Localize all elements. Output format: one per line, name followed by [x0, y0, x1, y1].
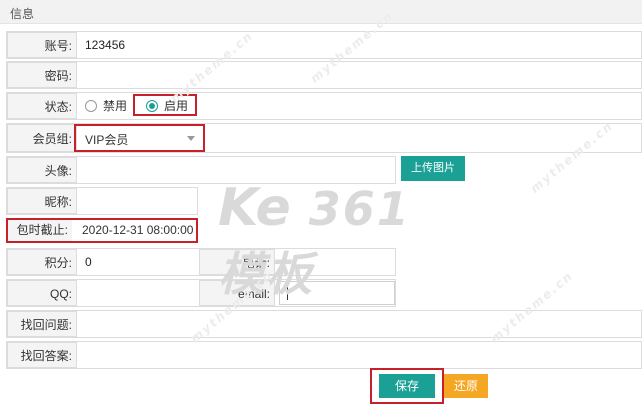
- qq-email-row: QQ: email:: [6, 279, 396, 307]
- qq-label: QQ:: [7, 280, 77, 306]
- status-label: 状态:: [7, 93, 77, 119]
- status-option-disabled[interactable]: 禁用: [85, 100, 140, 114]
- avatar-label: 头像:: [7, 157, 77, 183]
- answer-label: 找回答案:: [7, 342, 77, 368]
- watermark-logo: Ke 361模板: [218, 178, 438, 301]
- points-label: 积分:: [7, 249, 77, 275]
- watermark-logo-mark: Ke: [218, 178, 291, 238]
- question-label: 找回问题:: [7, 311, 77, 337]
- status-option-disabled-label: 禁用: [103, 99, 128, 113]
- password-label: 密码:: [7, 62, 77, 88]
- group-label: 会员组:: [7, 124, 77, 152]
- account-row: 账号: 123456: [6, 31, 642, 59]
- nickname-label: 昵称:: [7, 188, 77, 214]
- group-select[interactable]: VIP会员: [79, 126, 201, 150]
- panel-header: 信息: [0, 0, 642, 24]
- account-label: 账号:: [7, 32, 77, 58]
- reset-button[interactable]: 还原: [444, 374, 488, 398]
- question-input[interactable]: [79, 311, 641, 337]
- nickname-input[interactable]: [79, 188, 197, 214]
- group-row: 会员组: VIP会员: [6, 123, 642, 153]
- expiry-label: 包时截止:: [8, 220, 72, 241]
- answer-row: 找回答案:: [6, 341, 642, 369]
- answer-input[interactable]: [79, 342, 641, 368]
- status-row: 状态: 禁用 启用: [6, 92, 642, 120]
- radio-unchecked-icon[interactable]: [85, 100, 97, 112]
- panel-title: 信息: [10, 7, 35, 21]
- question-row: 找回问题:: [6, 310, 642, 338]
- status-option-enabled[interactable]: 启用: [146, 100, 196, 114]
- qq-input[interactable]: [79, 280, 197, 306]
- expiry-input[interactable]: 2020-12-31 08:00:00: [82, 220, 194, 241]
- radio-checked-icon[interactable]: [146, 100, 158, 112]
- points-phone-row: 积分: 0 电话:: [6, 248, 396, 276]
- nickname-row: 昵称:: [6, 187, 198, 215]
- expiry-row: 包时截止: 2020-12-31 08:00:00: [6, 218, 198, 243]
- save-button[interactable]: 保存: [379, 374, 435, 398]
- points-input[interactable]: 0: [79, 249, 197, 275]
- group-select-value: VIP会员: [85, 133, 129, 147]
- chevron-down-icon: [187, 136, 195, 141]
- password-input[interactable]: [79, 62, 641, 88]
